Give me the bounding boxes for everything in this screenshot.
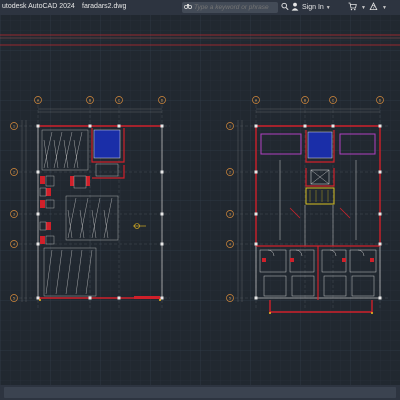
drawing-svg[interactable]: A B C D 1 2 3 4 5 A B C D 1 2 3 4 5 bbox=[0, 15, 400, 385]
svg-text:2: 2 bbox=[229, 170, 231, 174]
svg-text:3: 3 bbox=[229, 212, 231, 216]
search-input[interactable] bbox=[194, 4, 276, 11]
drawing-canvas[interactable]: A B C D 1 2 3 4 5 A B C D 1 2 3 4 5 bbox=[0, 15, 400, 385]
svg-text:2: 2 bbox=[13, 170, 15, 174]
svg-text:3: 3 bbox=[13, 212, 15, 216]
stairs-right bbox=[307, 131, 333, 159]
svg-text:4: 4 bbox=[229, 242, 231, 246]
svg-text:1: 1 bbox=[229, 124, 231, 128]
title-bar: utodesk AutoCAD 2024 faradars2.dwg Sign … bbox=[0, 0, 400, 15]
svg-text:?: ? bbox=[372, 5, 375, 11]
svg-text:4: 4 bbox=[13, 242, 15, 246]
svg-text:1: 1 bbox=[13, 124, 15, 128]
search-icon[interactable] bbox=[281, 2, 289, 13]
user-icon bbox=[291, 2, 299, 13]
sign-in-button[interactable]: Sign In ▼ bbox=[291, 2, 331, 13]
help-icon[interactable]: ? bbox=[369, 2, 378, 13]
svg-text:5: 5 bbox=[13, 296, 15, 300]
chevron-down-icon[interactable]: ▼ bbox=[361, 5, 366, 11]
status-bar bbox=[0, 385, 400, 400]
command-line[interactable] bbox=[4, 387, 396, 398]
app-title: utodesk AutoCAD 2024 bbox=[2, 3, 75, 10]
svg-text:5: 5 bbox=[229, 296, 231, 300]
chevron-down-icon[interactable]: ▼ bbox=[326, 5, 331, 11]
cart-icon[interactable] bbox=[348, 2, 357, 13]
file-name: faradars2.dwg bbox=[82, 3, 127, 10]
sign-in-label: Sign In bbox=[302, 4, 324, 11]
chevron-down-icon[interactable]: ▼ bbox=[382, 5, 387, 11]
stairs-left bbox=[93, 129, 121, 159]
binoculars-icon bbox=[183, 3, 193, 12]
search-box[interactable] bbox=[182, 2, 278, 13]
